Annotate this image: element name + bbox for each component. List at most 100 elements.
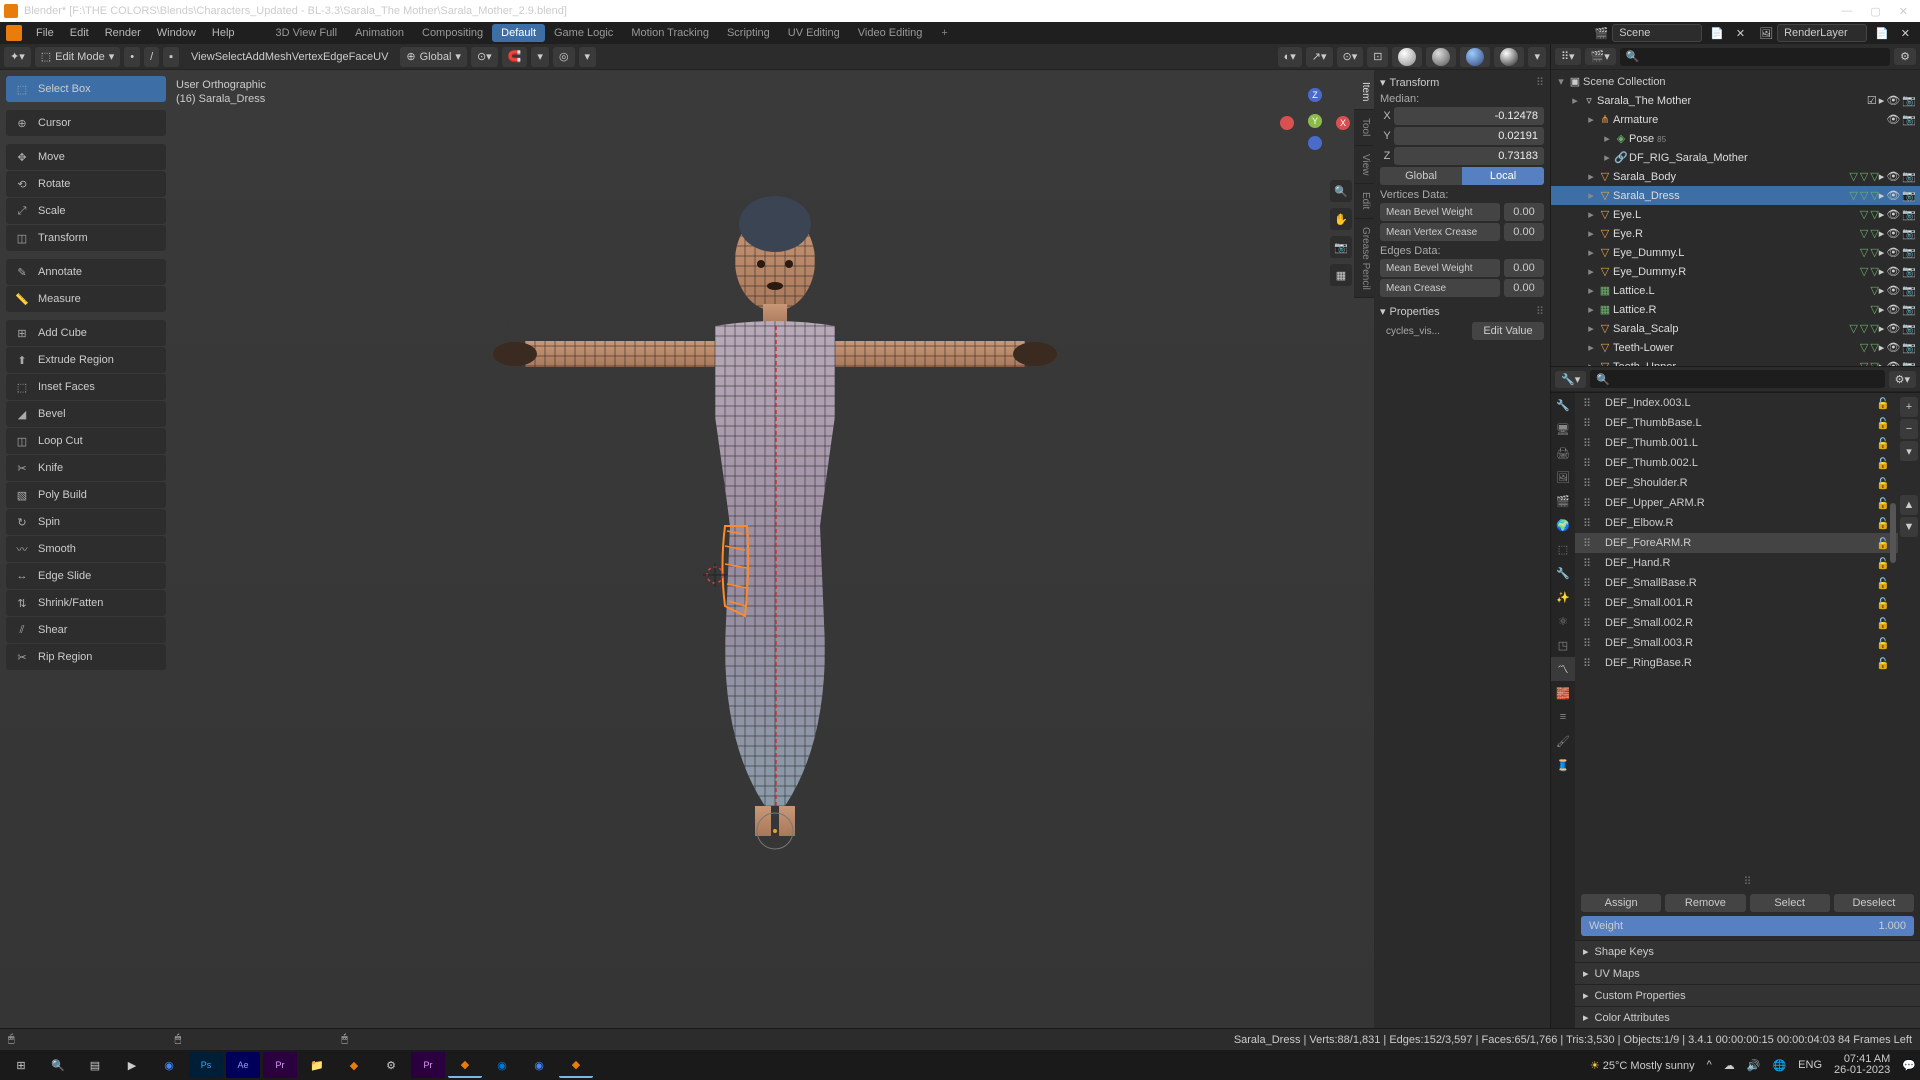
- app-unknown[interactable]: ⚙: [374, 1052, 408, 1078]
- shading-matprev[interactable]: [1460, 47, 1490, 67]
- median-y[interactable]: 0.02191: [1394, 127, 1544, 145]
- scrollbar-thumb[interactable]: [1890, 503, 1896, 563]
- app-blender[interactable]: ◆: [337, 1052, 371, 1078]
- workspace-scripting[interactable]: Scripting: [718, 24, 779, 42]
- tray-volume-icon[interactable]: 🔊: [1747, 1059, 1761, 1072]
- close-icon[interactable]: ✕: [1899, 5, 1908, 18]
- workspace-compositing[interactable]: Compositing: [413, 24, 492, 42]
- vertex-group-row[interactable]: ⠿DEF_RingBase.R🔓: [1575, 653, 1898, 673]
- median-z[interactable]: 0.73183: [1394, 147, 1544, 165]
- vp-menu-mesh[interactable]: Mesh: [265, 51, 292, 63]
- workspace-uv-editing[interactable]: UV Editing: [779, 24, 849, 42]
- sidetab-view[interactable]: View: [1354, 146, 1374, 185]
- tool-bevel[interactable]: ◢Bevel: [6, 401, 166, 427]
- vg-specials-button[interactable]: ▾: [1900, 441, 1918, 461]
- scene-selector[interactable]: Scene: [1612, 24, 1702, 42]
- lock-icon[interactable]: 🔓: [1876, 437, 1890, 450]
- vertex-group-row[interactable]: ⠿DEF_Elbow.R🔓: [1575, 513, 1898, 533]
- orientation-selector[interactable]: ⊕ Global ▾: [400, 47, 467, 67]
- tray-network-icon[interactable]: 🌐: [1772, 1059, 1786, 1072]
- maximize-icon[interactable]: ▢: [1870, 5, 1880, 18]
- propedit-selector[interactable]: ▾: [579, 47, 597, 67]
- menu-help[interactable]: Help: [204, 25, 243, 41]
- lock-icon[interactable]: 🔓: [1876, 517, 1890, 530]
- search-button[interactable]: 🔍: [41, 1052, 75, 1078]
- pivot-selector[interactable]: ⊙▾: [471, 47, 498, 67]
- outliner-filter[interactable]: ⚙: [1894, 48, 1916, 65]
- outliner[interactable]: ▾▣Scene Collection▸▿Sarala_The Mother☑▸👁…: [1551, 70, 1920, 366]
- lock-icon[interactable]: 🔓: [1876, 637, 1890, 650]
- lock-icon[interactable]: 🔓: [1876, 617, 1890, 630]
- viewlayer-selector[interactable]: RenderLayer: [1777, 24, 1867, 42]
- outliner-row[interactable]: ▸⋔Armature👁📷: [1551, 110, 1920, 129]
- outliner-row[interactable]: ▸▽Eye_Dummy.R▽▽▸👁📷: [1551, 262, 1920, 281]
- menu-edit[interactable]: Edit: [62, 25, 97, 41]
- vertex-group-row[interactable]: ⠿DEF_Shoulder.R🔓: [1575, 473, 1898, 493]
- vp-menu-view[interactable]: View: [191, 51, 215, 63]
- deselect-button[interactable]: Deselect: [1834, 894, 1914, 912]
- props-editor-type[interactable]: 🔧▾: [1555, 371, 1586, 388]
- shading-wireframe[interactable]: [1392, 47, 1422, 67]
- nav-gizmo[interactable]: Z Y X: [1280, 88, 1350, 158]
- snap-selector[interactable]: ▾: [531, 47, 549, 67]
- lock-icon[interactable]: 🔓: [1876, 417, 1890, 430]
- proptab-11[interactable]: 〽: [1551, 657, 1575, 681]
- panel-shape-keys[interactable]: ▸Shape Keys: [1575, 940, 1920, 962]
- scene-dup-icon[interactable]: 📄: [1706, 27, 1728, 40]
- tool-loop-cut[interactable]: ◫Loop Cut: [6, 428, 166, 454]
- space-local[interactable]: Local: [1462, 167, 1544, 185]
- outliner-display-mode[interactable]: ⠿▾: [1555, 48, 1581, 65]
- outliner-row[interactable]: ▸▦Lattice.R▽▸👁📷: [1551, 300, 1920, 319]
- pan-icon[interactable]: ✋: [1330, 208, 1352, 230]
- select-button[interactable]: Select: [1750, 894, 1830, 912]
- tool-annotate[interactable]: ✎Annotate: [6, 259, 166, 285]
- outliner-view[interactable]: 🎬▾: [1585, 48, 1616, 65]
- outliner-row[interactable]: ▸▽Sarala_Body▽▽▽▸👁📷: [1551, 167, 1920, 186]
- xray-toggle[interactable]: ⊡: [1367, 47, 1388, 67]
- zoom-icon[interactable]: 🔍: [1330, 180, 1352, 202]
- app-premiere[interactable]: Pr: [263, 1052, 297, 1078]
- shading-solid[interactable]: [1426, 47, 1456, 67]
- camera-icon[interactable]: 📷: [1330, 236, 1352, 258]
- vp-menu-vertex[interactable]: Vertex: [292, 51, 323, 63]
- workspace-game-logic[interactable]: Game Logic: [545, 24, 622, 42]
- proptab-14[interactable]: 🖌: [1551, 729, 1575, 753]
- median-x[interactable]: -0.12478: [1394, 107, 1544, 125]
- vertex-group-row[interactable]: ⠿DEF_Small.003.R🔓: [1575, 633, 1898, 653]
- panel-color-attributes[interactable]: ▸Color Attributes: [1575, 1006, 1920, 1028]
- tool-extrude-region[interactable]: ⬆Extrude Region: [6, 347, 166, 373]
- vertex-group-row[interactable]: ⠿DEF_SmallBase.R🔓: [1575, 573, 1898, 593]
- app-explorer[interactable]: 📁: [300, 1052, 334, 1078]
- outliner-row[interactable]: ▸▽Teeth_Upper▽▽▸👁📷: [1551, 357, 1920, 366]
- minimize-icon[interactable]: —: [1841, 5, 1852, 18]
- vertex-group-list[interactable]: ⠿DEF_Index.003.L🔓⠿DEF_ThumbBase.L🔓⠿DEF_T…: [1575, 393, 1898, 875]
- edit-value-button[interactable]: Edit Value: [1472, 322, 1544, 340]
- tool-select-box[interactable]: ⬚Select Box: [6, 76, 166, 102]
- props-search[interactable]: 🔍: [1590, 370, 1884, 388]
- shading-rendered[interactable]: [1494, 47, 1524, 67]
- lock-icon[interactable]: 🔓: [1876, 657, 1890, 670]
- tool-cursor[interactable]: ⊕Cursor: [6, 110, 166, 136]
- editor-type-selector[interactable]: ✦▾: [4, 47, 31, 67]
- 3d-viewport[interactable]: ✦▾ ⬚Edit Mode▾ • / ▪ ViewSelectAddMeshVe…: [0, 44, 1550, 1028]
- app-aftereffects[interactable]: Ae: [226, 1052, 260, 1078]
- app-blender3[interactable]: ◆: [559, 1052, 593, 1078]
- tool-shear[interactable]: ⫽Shear: [6, 617, 166, 643]
- menu-window[interactable]: Window: [149, 25, 204, 41]
- vg-moveup-button[interactable]: ▲: [1900, 495, 1918, 515]
- panel-options-icon[interactable]: ⠿: [1536, 76, 1544, 89]
- proptab-10[interactable]: ◳: [1551, 633, 1575, 657]
- proptab-3[interactable]: 🖼: [1551, 465, 1575, 489]
- vp-menu-add[interactable]: Add: [245, 51, 265, 63]
- space-global[interactable]: Global: [1380, 167, 1462, 185]
- resize-grip-icon[interactable]: ⠿: [1575, 875, 1920, 890]
- tool-knife[interactable]: ✂Knife: [6, 455, 166, 481]
- start-button[interactable]: ⊞: [4, 1052, 38, 1078]
- sidetab-grease-pencil[interactable]: Grease Pencil: [1354, 219, 1374, 299]
- mesh-options[interactable]: ◐▾: [1278, 47, 1302, 67]
- vertex-group-row[interactable]: ⠿DEF_Small.002.R🔓: [1575, 613, 1898, 633]
- vertex-group-row[interactable]: ⠿DEF_ThumbBase.L🔓: [1575, 413, 1898, 433]
- proptab-6[interactable]: ⬚: [1551, 537, 1575, 561]
- show-overlays[interactable]: ⊙▾: [1337, 47, 1364, 67]
- vg-remove-button[interactable]: −: [1900, 419, 1918, 439]
